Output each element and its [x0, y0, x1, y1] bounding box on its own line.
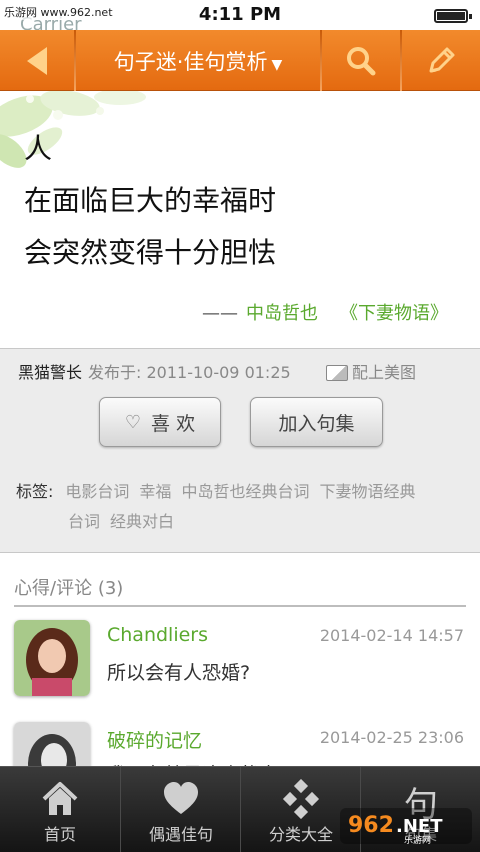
- search-button[interactable]: [322, 30, 400, 91]
- quote-line: 会突然变得十分胆怯: [24, 236, 277, 269]
- grid-diamond-icon: [282, 779, 320, 819]
- tab-encounter[interactable]: 偶遇佳句: [121, 767, 241, 852]
- post-author[interactable]: 黑猫警长: [18, 363, 82, 382]
- tag-row-2: 台词 经典对白: [16, 507, 468, 537]
- tab-label: 偶遇佳句: [148, 825, 213, 844]
- like-label: 喜 欢: [151, 412, 196, 435]
- comments-count: (3): [97, 578, 124, 599]
- svg-text:.NET: .NET: [396, 816, 443, 837]
- quote-author[interactable]: 中岛哲也: [246, 303, 318, 324]
- battery-fill: [437, 12, 465, 20]
- quote-work[interactable]: 《下妻物语》: [340, 303, 448, 324]
- comments-heading: 心得/评论 (3): [14, 574, 123, 600]
- svg-text:962: 962: [348, 813, 394, 838]
- comment-item[interactable]: Chandliers 2014-02-14 14:57 所以会有人恐婚?: [14, 620, 466, 700]
- add-to-collection-button[interactable]: 加入句集: [250, 397, 383, 447]
- tag-item[interactable]: 经典对白: [110, 512, 174, 531]
- source-dash: ——: [202, 303, 238, 324]
- quote-line: 在面临巨大的幸福时: [24, 184, 277, 217]
- post-meta: 黑猫警长 发布于: 2011-10-09 01:25 配上美图: [18, 359, 416, 383]
- nav-bar: 句子迷·佳句赏析 ▼: [0, 30, 480, 91]
- comments-divider: [14, 605, 466, 607]
- tag-item[interactable]: 中岛哲也经典台词: [181, 482, 309, 501]
- svg-text:乐游网: 乐游网: [404, 834, 431, 846]
- dropdown-caret-icon: ▼: [271, 56, 283, 73]
- add-image-link[interactable]: 配上美图: [326, 359, 416, 383]
- add-collection-label: 加入句集: [278, 412, 355, 435]
- quote-line: 人: [24, 132, 53, 165]
- avatar[interactable]: [14, 620, 90, 696]
- back-button[interactable]: [0, 30, 74, 91]
- nav-title-text: 句子迷·佳句赏析: [113, 49, 268, 74]
- comments-heading-text: 心得/评论: [14, 578, 93, 599]
- tag-item[interactable]: 台词: [68, 512, 100, 531]
- heart-outline-icon: ♡: [124, 411, 142, 433]
- tag-item[interactable]: 下妻物语经典: [319, 482, 415, 501]
- comment-time: 2014-02-14 14:57: [319, 626, 464, 645]
- watermark-logo: 962 .NET 乐游网: [340, 808, 472, 846]
- tags-label: 标签:: [16, 482, 54, 501]
- channel-selector[interactable]: 句子迷·佳句赏析 ▼: [76, 30, 320, 91]
- comment-time: 2014-02-25 23:06: [319, 728, 464, 747]
- battery-icon: [434, 9, 472, 23]
- tag-list: 标签: 电影台词 幸福 中岛哲也经典台词 下妻物语经典 台词 经典对白: [16, 477, 468, 537]
- quote-card: 人 在面临巨大的幸福时 会突然变得十分胆怯 —— 中岛哲也 《下妻物语》: [0, 91, 480, 348]
- like-button[interactable]: ♡ 喜 欢: [99, 397, 221, 447]
- image-icon: [326, 365, 348, 381]
- comment-author[interactable]: 破碎的记忆: [107, 726, 202, 753]
- quote-source: —— 中岛哲也 《下妻物语》: [202, 299, 448, 325]
- tag-item[interactable]: 电影台词: [65, 482, 129, 501]
- comment-text: 所以会有人恐婚?: [107, 662, 251, 684]
- edit-button[interactable]: [402, 30, 480, 91]
- heart-icon: [164, 782, 198, 814]
- nav-title: 句子迷·佳句赏析 ▼: [114, 46, 282, 76]
- add-image-label: 配上美图: [352, 363, 417, 382]
- tab-home[interactable]: 首页: [0, 767, 120, 852]
- search-icon: [347, 46, 376, 75]
- post-info-panel: 黑猫警长 发布于: 2011-10-09 01:25 配上美图 ♡ 喜 欢 加入句集…: [0, 348, 480, 553]
- comment-author[interactable]: Chandliers: [107, 624, 208, 646]
- home-icon: [42, 782, 78, 815]
- back-arrow-icon: [27, 46, 47, 75]
- watermark-text: 乐游网 www.962.net: [4, 4, 113, 20]
- pencil-icon: [429, 47, 455, 72]
- tag-item[interactable]: 幸福: [139, 482, 171, 501]
- tab-label: 首页: [43, 825, 76, 844]
- publish-date: 发布于: 2011-10-09 01:25: [88, 363, 291, 382]
